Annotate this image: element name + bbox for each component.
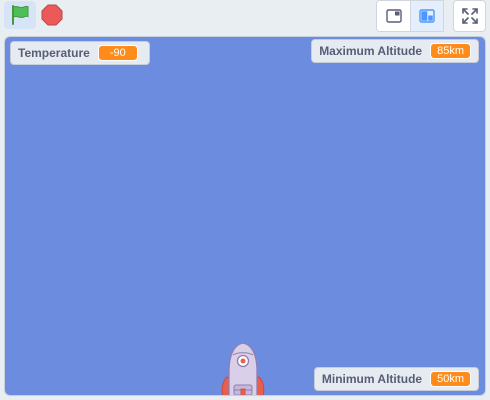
minimum-altitude-monitor[interactable]: Minimum Altitude 50km bbox=[313, 367, 479, 391]
fullscreen-icon bbox=[461, 8, 478, 24]
stage-size-toggle bbox=[376, 0, 444, 32]
small-stage-button[interactable] bbox=[377, 1, 410, 31]
minimum-altitude-value: 50km bbox=[430, 371, 471, 387]
maximum-altitude-label: Maximum Altitude bbox=[319, 44, 423, 58]
rocket-sprite[interactable] bbox=[219, 341, 267, 396]
maximum-altitude-value: 85km bbox=[430, 43, 471, 59]
stop-button[interactable] bbox=[38, 1, 66, 29]
stop-icon bbox=[41, 4, 63, 26]
temperature-value: -90 bbox=[97, 45, 138, 61]
minimum-altitude-label: Minimum Altitude bbox=[321, 372, 423, 386]
green-flag-button[interactable] bbox=[4, 1, 36, 29]
small-stage-icon bbox=[385, 9, 402, 23]
normal-stage-button[interactable] bbox=[410, 1, 443, 31]
temperature-monitor[interactable]: Temperature -90 bbox=[10, 41, 150, 65]
stage-canvas[interactable]: Temperature -90 Maximum Altitude 85km Mi… bbox=[4, 36, 486, 396]
normal-stage-icon bbox=[419, 9, 435, 23]
temperature-label: Temperature bbox=[18, 46, 90, 60]
stage-header bbox=[0, 0, 490, 33]
green-flag-icon bbox=[12, 5, 29, 25]
maximum-altitude-monitor[interactable]: Maximum Altitude 85km bbox=[311, 39, 479, 63]
fullscreen-button[interactable] bbox=[453, 0, 486, 32]
